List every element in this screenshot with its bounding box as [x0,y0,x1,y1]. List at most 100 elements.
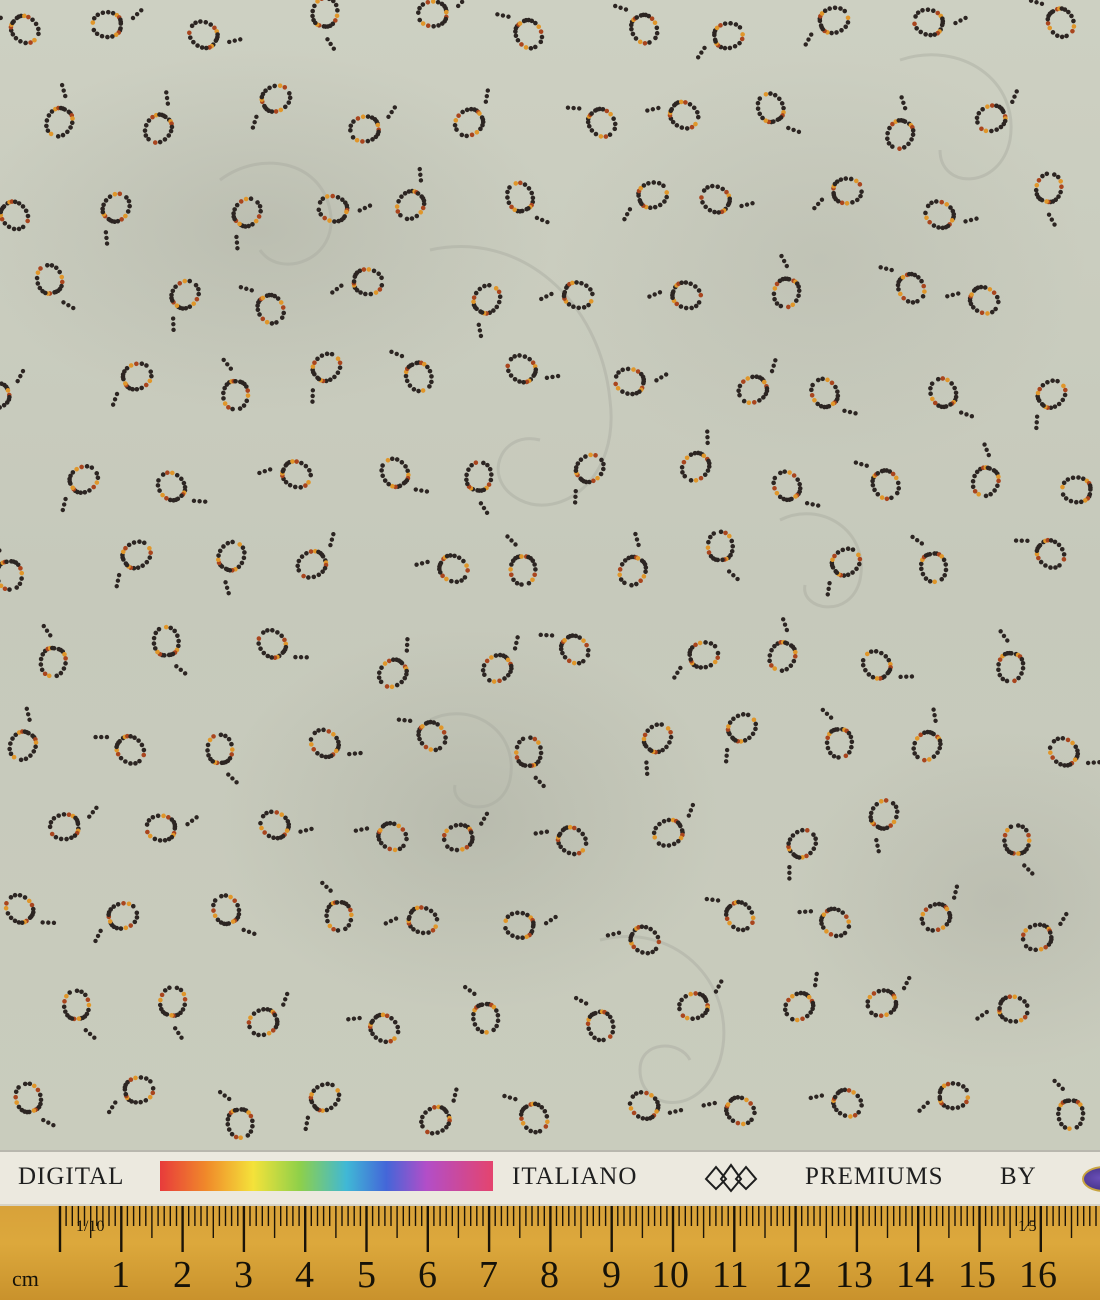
paisley-motif [885,95,916,152]
paisley-motif [701,1095,757,1127]
paisley-motif [704,896,756,933]
paisley-motif [110,361,154,407]
paisley-motif [1033,171,1064,227]
ruler-number: 10 [651,1254,689,1296]
selvedge-word-by: BY [1000,1163,1037,1190]
paisley-motif [480,635,520,684]
paisley-motif [320,880,354,933]
paisley-motif [767,617,798,673]
paisley-motif [803,5,851,47]
paisley-motif [394,166,427,222]
paisley-motif [970,442,1001,499]
paisley-motif [414,553,470,585]
paisley-motif [613,3,660,46]
paisley-motif [187,19,243,51]
paisley-motif [353,820,409,853]
rainbow-gradient-strip [160,1161,493,1191]
paisley-motif [919,884,960,933]
ruler-number: 6 [418,1254,437,1296]
paisley-motif [1028,0,1077,40]
ruler-number: 7 [479,1254,498,1296]
paisley-motif [452,88,491,139]
paisley-motif [3,892,57,926]
paisley-motif [310,0,340,51]
ruler-number: 2 [173,1254,192,1296]
paisley-motif [911,707,943,763]
paisley-motif [441,811,490,853]
paisley-motif [1034,378,1068,431]
paisley-motif [627,1090,684,1122]
paisley-motif [1020,911,1069,953]
paisley-motif [865,975,912,1019]
paisley-motif [250,83,293,130]
paisley-motif [755,91,802,135]
brand-oval-icon [1082,1166,1100,1192]
paisley-motif [376,637,410,690]
paisley-motif [205,732,239,785]
ruler-unit-label: cm [12,1266,39,1291]
paisley-motif [679,429,712,483]
ruler-number: 8 [540,1254,559,1296]
paisley-motif [419,1087,459,1136]
paisley-motif [93,900,140,944]
paisley-motif [912,7,968,38]
paisley-motif [142,90,175,145]
paisley-motif [256,628,309,660]
faint-background-paisley [219,53,1013,1104]
ruler-fifth-label: 1⁄5 [1018,1218,1037,1235]
paisley-motif [221,357,251,412]
paisley-motif [151,624,188,676]
paisley-motif [246,991,290,1038]
paisley-motif [348,105,398,144]
paisley-motif [853,460,902,502]
paisley-motif [868,798,900,854]
paisley-motif [538,632,591,666]
paisley-motif [945,284,1001,316]
paisley-motif [502,1093,550,1135]
paisley-motif [114,539,153,589]
paisley-motif [34,262,76,311]
paisley-motif [157,985,188,1040]
paisley-motif [809,376,858,416]
brand-logo-icon [704,1163,758,1193]
paisley-motif [144,813,199,843]
paisley-motif [231,196,263,251]
paisley-motif [0,368,26,410]
paisley-motif [573,995,616,1043]
paisley-motif [106,1075,156,1115]
selvedge-word-premiums: PREMIUMS [805,1163,944,1190]
paisley-motif [7,706,39,763]
paisley-motif [169,278,201,333]
paisley-motif [812,176,864,211]
paisley-motif [617,531,649,588]
paisley-motif [0,13,41,46]
paisley-motif [996,629,1026,684]
ruler-number: 13 [835,1254,873,1296]
paisley-motif [613,366,669,397]
paisley-motif [495,12,545,51]
paisley-motif [464,460,494,515]
paisley-motif [505,534,538,587]
ruler-number: 16 [1019,1254,1057,1296]
paisley-pattern [0,0,1100,1141]
paisley-motif [462,984,501,1035]
paisley-motif [471,282,503,339]
paisley-motif [330,267,385,297]
paisley-motif [47,805,99,842]
paisley-motif [1052,1078,1086,1131]
ruler-number: 4 [295,1254,314,1296]
paisley-motif [38,623,68,679]
paisley-motif [383,905,440,936]
selvedge-word-italiano: ITALIANO [512,1163,638,1190]
ruler-number: 3 [234,1254,253,1296]
paisley-motif [13,1081,56,1128]
paisley-motif [771,253,802,310]
paisley-motif [217,1089,255,1141]
paisley-motif [100,191,132,246]
paisley-motif [860,649,915,681]
paisley-motif [645,99,701,131]
measuring-tape: cm 1/10 1⁄5 1 2 3 4 5 6 7 8 9 10 11 12 13 14 15 16 [0,1206,1100,1300]
paisley-motif [346,1012,401,1045]
paisley-motif [641,722,674,777]
paisley-motif [215,539,247,596]
